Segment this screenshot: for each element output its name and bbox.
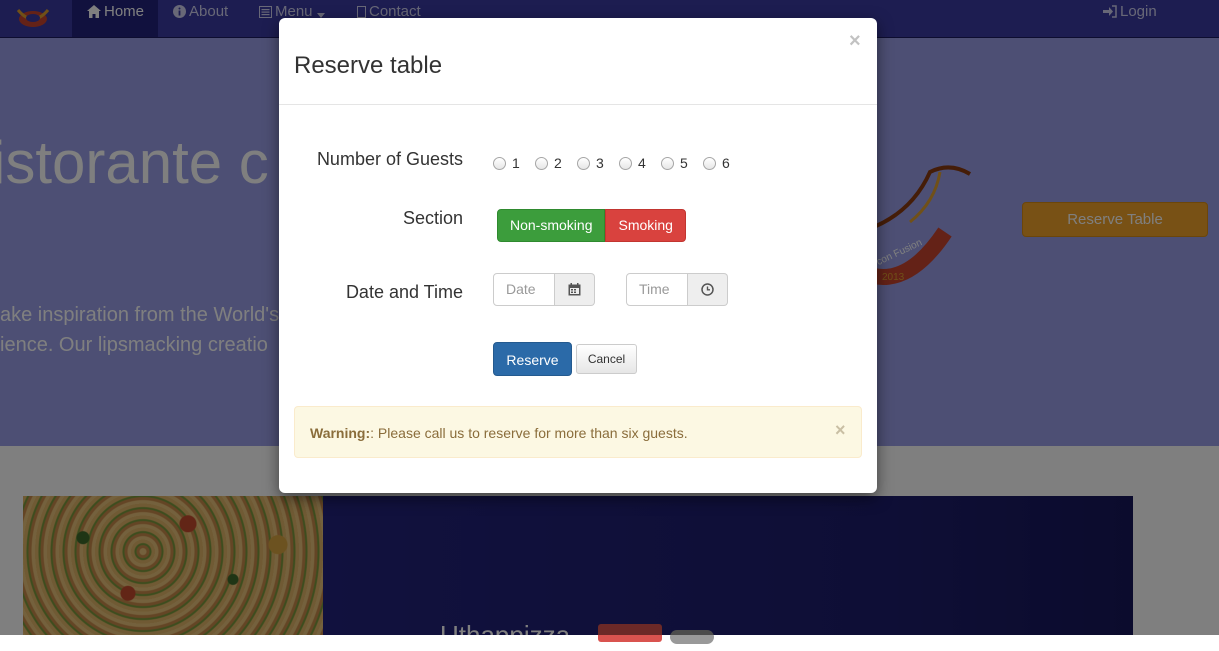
guest-radio-4[interactable]: 4 [619,155,646,171]
non-smoking-button[interactable]: Non-smoking [497,209,606,242]
guest-radio-5[interactable]: 5 [661,155,688,171]
section-toggle: Non-smoking Smoking [497,209,686,242]
alert-text: Warning:: Please call us to reserve for … [310,425,688,441]
calendar-icon [568,283,581,296]
reserve-button[interactable]: Reserve [493,342,572,376]
warning-alert: Warning:: Please call us to reserve for … [294,406,862,458]
smoking-button[interactable]: Smoking [605,209,686,242]
clock-icon [701,283,714,296]
guest-radio-3[interactable]: 3 [577,155,604,171]
guest-option-label: 4 [638,155,646,171]
guest-option-label: 3 [596,155,604,171]
radio-circle[interactable] [493,157,506,170]
section-label: Section [402,208,463,228]
alert-close-button[interactable]: × [835,420,846,441]
guest-option-label: 1 [512,155,520,171]
reserve-modal: Reserve table × Number of Guests 1 2 3 4… [279,18,877,493]
guests-label: Number of Guests [316,149,463,169]
date-input[interactable]: Date [493,273,555,306]
radio-circle[interactable] [535,157,548,170]
cancel-button[interactable]: Cancel [576,344,637,374]
modal-header: Reserve table × [279,18,877,105]
alert-message: : Please call us to reserve for more tha… [370,425,688,441]
radio-circle[interactable] [703,157,716,170]
time-addon[interactable] [688,273,728,306]
guest-option-label: 2 [554,155,562,171]
time-input[interactable]: Time [626,273,688,306]
guest-option-label: 5 [680,155,688,171]
date-addon[interactable] [555,273,595,306]
radio-circle[interactable] [661,157,674,170]
alert-strong: Warning: [310,425,371,441]
datetime-label: Date and Time [345,282,463,302]
time-input-group: Time [626,273,728,306]
date-input-group: Date [493,273,595,306]
guest-radio-6[interactable]: 6 [703,155,730,171]
radio-circle[interactable] [577,157,590,170]
guest-radio-1[interactable]: 1 [493,155,520,171]
guest-radio-2[interactable]: 2 [535,155,562,171]
modal-close-button[interactable]: × [849,30,861,53]
modal-title: Reserve table [294,52,443,79]
guest-option-label: 6 [722,155,730,171]
radio-circle[interactable] [619,157,632,170]
